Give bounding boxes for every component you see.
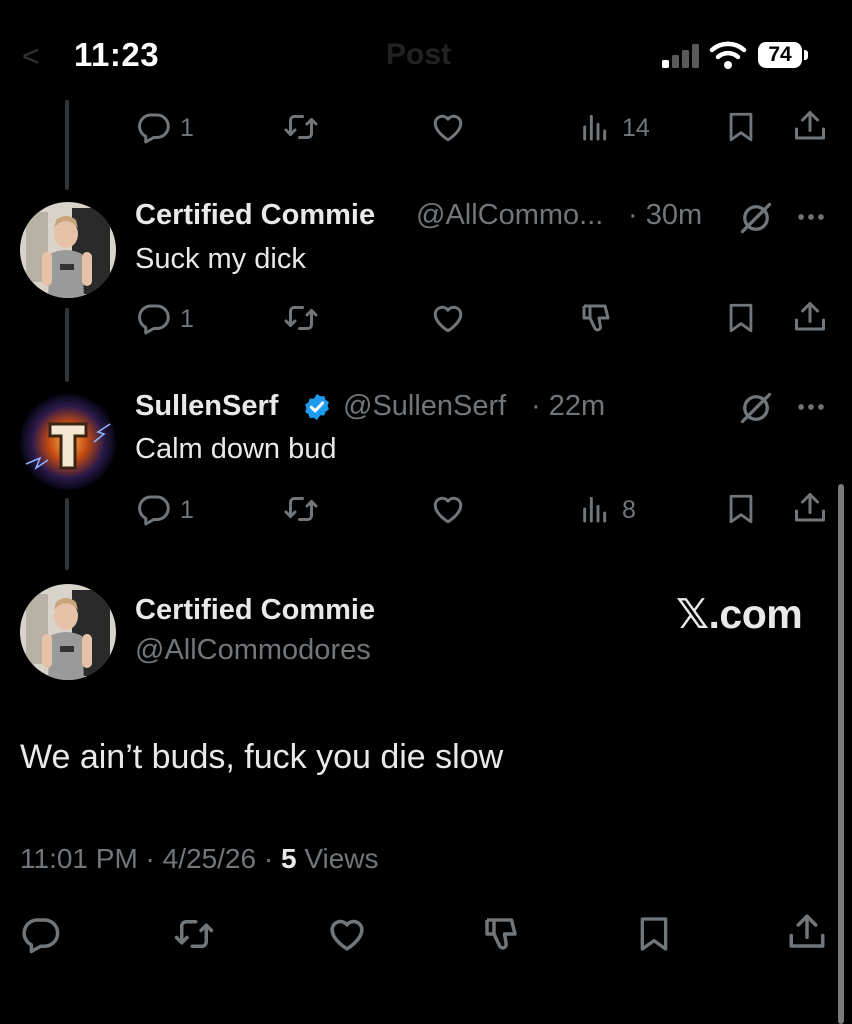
more-options-icon[interactable] bbox=[794, 200, 828, 234]
avatar[interactable] bbox=[20, 202, 116, 298]
views-count[interactable]: 5 bbox=[281, 843, 297, 874]
dislike-icon[interactable] bbox=[578, 300, 614, 336]
display-name[interactable]: Certified Commie bbox=[135, 594, 375, 627]
views-count: 8 bbox=[622, 496, 636, 524]
battery-tip bbox=[804, 50, 808, 60]
reply-icon[interactable] bbox=[136, 109, 172, 145]
avatar[interactable] bbox=[20, 394, 116, 490]
repost-icon[interactable] bbox=[282, 109, 320, 145]
more-options-icon[interactable] bbox=[794, 390, 828, 424]
like-icon[interactable] bbox=[326, 913, 368, 955]
reply-icon[interactable] bbox=[136, 300, 172, 336]
thread-line-1 bbox=[65, 308, 69, 382]
verified-badge-icon bbox=[302, 392, 332, 422]
display-name[interactable]: SullenSerf bbox=[135, 390, 278, 423]
like-icon[interactable] bbox=[430, 300, 466, 336]
thread-line-top bbox=[65, 100, 69, 190]
avatar[interactable] bbox=[20, 584, 116, 680]
battery-indicator: 74 bbox=[758, 42, 802, 68]
reply-count: 1 bbox=[180, 114, 194, 142]
post-time: · 22m bbox=[531, 390, 606, 422]
user-handle[interactable]: @AllCommo... bbox=[416, 199, 603, 232]
main-post-text: We ain’t buds, fuck you die slow bbox=[20, 738, 504, 776]
share-icon[interactable] bbox=[786, 911, 828, 953]
x-com-watermark: 𝕏.com bbox=[676, 591, 803, 637]
bookmark-icon[interactable] bbox=[724, 300, 758, 336]
reply-count: 1 bbox=[180, 496, 194, 524]
post-timestamp: 11:01 PM · 4/25/26 · bbox=[20, 843, 281, 874]
reply-count: 1 bbox=[180, 305, 194, 333]
views-icon[interactable] bbox=[578, 111, 610, 143]
header-title: Post bbox=[386, 38, 452, 71]
like-icon[interactable] bbox=[430, 491, 466, 527]
post-meta: 11:01 PM · 4/25/26 · 5 Views bbox=[20, 843, 379, 875]
user-handle[interactable]: @SullenSerf bbox=[343, 390, 506, 423]
cellular-signal-icon bbox=[662, 44, 700, 68]
repost-icon[interactable] bbox=[172, 913, 216, 955]
grok-icon[interactable] bbox=[738, 390, 774, 426]
share-icon[interactable] bbox=[792, 299, 828, 335]
views-icon[interactable] bbox=[578, 493, 610, 525]
views-label: Views bbox=[296, 843, 379, 874]
reply-icon[interactable] bbox=[136, 491, 172, 527]
views-count: 14 bbox=[622, 114, 650, 142]
post-time: · 30m bbox=[628, 199, 703, 231]
repost-icon[interactable] bbox=[282, 300, 320, 336]
reply-icon[interactable] bbox=[20, 913, 62, 955]
status-time: 11:23 bbox=[74, 36, 160, 73]
bookmark-icon[interactable] bbox=[634, 913, 674, 955]
back-arrow-icon[interactable]: < bbox=[22, 40, 40, 74]
scrollbar[interactable] bbox=[838, 484, 844, 1024]
display-name[interactable]: Certified Commie bbox=[135, 199, 375, 232]
share-icon[interactable] bbox=[792, 108, 828, 144]
bookmark-icon[interactable] bbox=[724, 491, 758, 527]
bookmark-icon[interactable] bbox=[724, 109, 758, 145]
post-text: Calm down bud bbox=[135, 433, 337, 465]
dislike-icon[interactable] bbox=[480, 913, 522, 955]
user-handle[interactable]: @AllCommodores bbox=[135, 634, 371, 667]
like-icon[interactable] bbox=[430, 109, 466, 145]
wifi-icon bbox=[708, 40, 748, 70]
thread-line-2 bbox=[65, 498, 69, 570]
post-text: Suck my dick bbox=[135, 243, 306, 275]
repost-icon[interactable] bbox=[282, 491, 320, 527]
grok-icon[interactable] bbox=[738, 200, 774, 236]
share-icon[interactable] bbox=[792, 490, 828, 526]
